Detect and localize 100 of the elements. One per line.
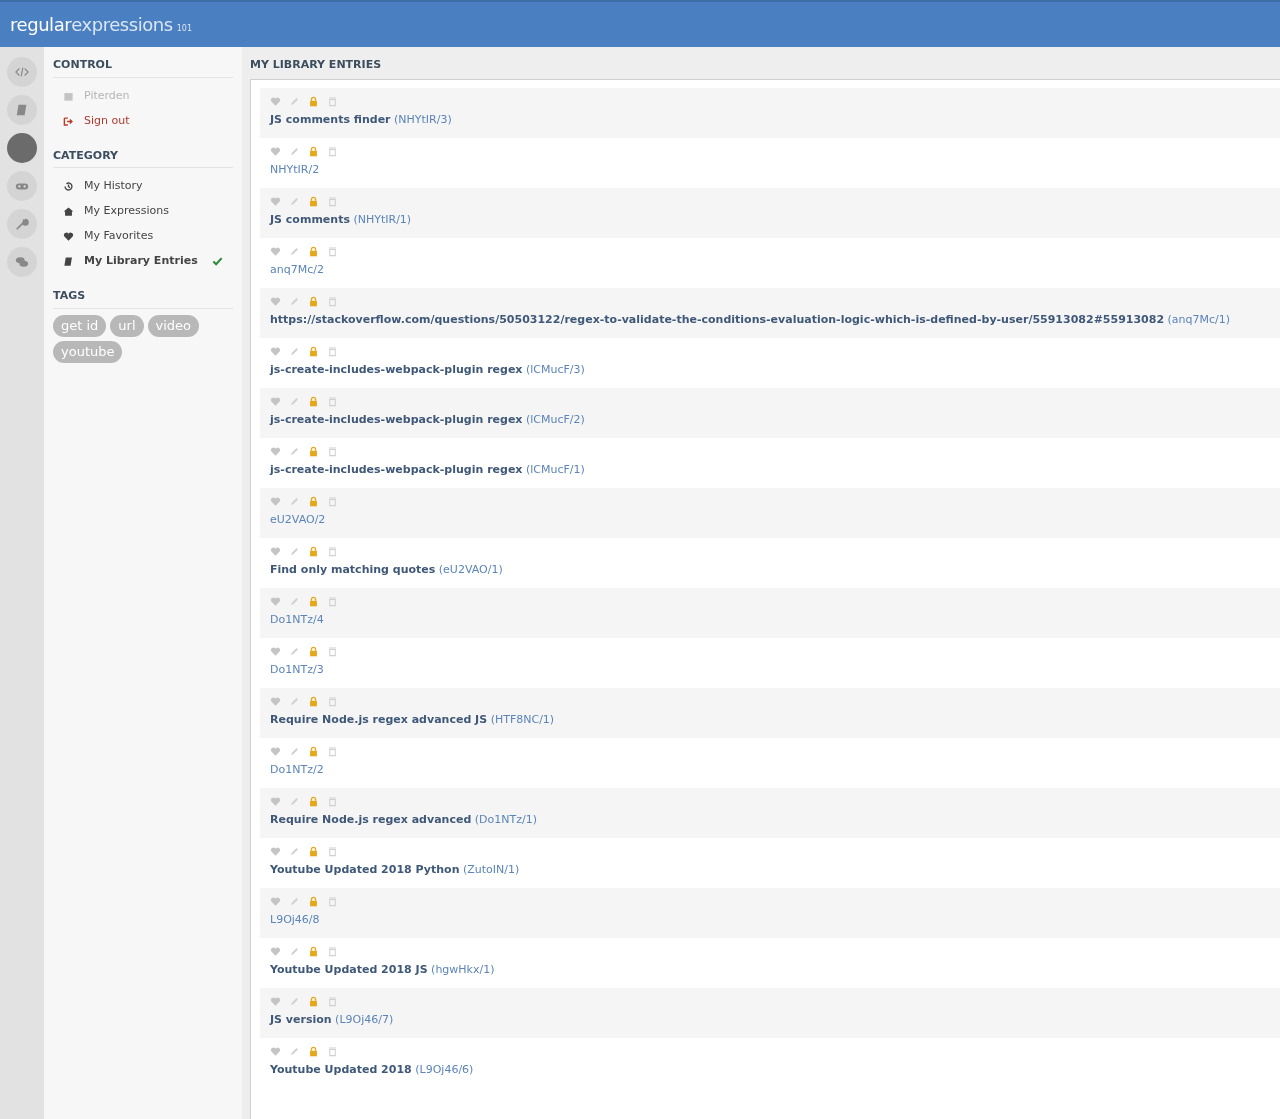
heart-icon[interactable]: [270, 195, 281, 207]
heart-icon[interactable]: [270, 395, 281, 407]
entry-link[interactable]: js-create-includes-webpack-plugin regex (lCMucF/3): [270, 362, 585, 379]
lock-icon[interactable]: [308, 995, 319, 1007]
entry-link[interactable]: Require Node.js regex advanced (Do1NTz/1): [270, 812, 537, 829]
entry-link[interactable]: Do1NTz/2: [270, 762, 324, 779]
entry-link[interactable]: Do1NTz/3: [270, 662, 324, 679]
lock-icon[interactable]: [308, 1045, 319, 1057]
trash-icon[interactable]: [327, 195, 338, 207]
entry-link[interactable]: NHYtIR/2: [270, 162, 320, 179]
trash-icon[interactable]: [327, 895, 338, 907]
lock-icon[interactable]: [308, 745, 319, 757]
pencil-icon[interactable]: [289, 845, 300, 857]
heart-icon[interactable]: [270, 745, 281, 757]
heart-icon[interactable]: [270, 1045, 281, 1057]
pencil-icon[interactable]: [289, 995, 300, 1007]
entry-link[interactable]: L9Oj46/8: [270, 912, 320, 929]
lock-icon[interactable]: [308, 345, 319, 357]
lock-icon[interactable]: [308, 195, 319, 207]
trash-icon[interactable]: [327, 995, 338, 1007]
entry-link[interactable]: Youtube Updated 2018 Python (ZutoIN/1): [270, 862, 520, 879]
heart-icon[interactable]: [270, 145, 281, 157]
trash-icon[interactable]: [327, 95, 338, 107]
trash-icon[interactable]: [327, 1045, 338, 1057]
entry-row[interactable]: js-create-includes-webpack-plugin regex (lCMucF/2): [260, 388, 1280, 438]
trash-icon[interactable]: [327, 845, 338, 857]
pencil-icon[interactable]: [289, 145, 300, 157]
trash-icon[interactable]: [327, 595, 338, 607]
entry-row[interactable]: eU2VAO/2: [260, 488, 1280, 538]
entry-link[interactable]: js-create-includes-webpack-plugin regex (lCMucF/2): [270, 412, 585, 429]
trash-icon[interactable]: [327, 695, 338, 707]
pencil-icon[interactable]: [289, 495, 300, 507]
entry-row[interactable]: JS comments (NHYtIR/1): [260, 188, 1280, 238]
trash-icon[interactable]: [327, 245, 338, 257]
lock-icon[interactable]: [308, 645, 319, 657]
heart-icon[interactable]: [270, 95, 281, 107]
lock-icon[interactable]: [308, 945, 319, 957]
heart-icon[interactable]: [270, 245, 281, 257]
trash-icon[interactable]: [327, 395, 338, 407]
pencil-icon[interactable]: [289, 445, 300, 457]
heart-icon[interactable]: [270, 645, 281, 657]
pencil-icon[interactable]: [289, 295, 300, 307]
category-item[interactable]: My Favorites: [53, 224, 233, 249]
heart-icon[interactable]: [270, 345, 281, 357]
pencil-icon[interactable]: [289, 695, 300, 707]
entry-row[interactable]: Do1NTz/4: [260, 588, 1280, 638]
entry-link[interactable]: eU2VAO/2: [270, 512, 326, 529]
category-item[interactable]: My History: [53, 174, 233, 199]
pencil-icon[interactable]: [289, 395, 300, 407]
logo[interactable]: regularexpressions 101: [10, 11, 192, 38]
heart-icon[interactable]: [270, 795, 281, 807]
pencil-icon[interactable]: [289, 645, 300, 657]
heart-icon[interactable]: [270, 895, 281, 907]
entry-link[interactable]: js-create-includes-webpack-plugin regex (lCMucF/1): [270, 462, 585, 479]
code-icon[interactable]: [7, 57, 37, 87]
trash-icon[interactable]: [327, 295, 338, 307]
entry-link[interactable]: Find only matching quotes (eU2VAO/1): [270, 562, 503, 579]
heart-icon[interactable]: [270, 845, 281, 857]
pencil-icon[interactable]: [289, 345, 300, 357]
trash-icon[interactable]: [327, 945, 338, 957]
entry-row[interactable]: Require Node.js regex advanced JS (HTF8NC/1): [260, 688, 1280, 738]
avatar[interactable]: [7, 133, 37, 163]
category-item[interactable]: My Library Entries: [53, 249, 233, 274]
lock-icon[interactable]: [308, 495, 319, 507]
heart-icon[interactable]: [270, 695, 281, 707]
heart-icon[interactable]: [270, 445, 281, 457]
pencil-icon[interactable]: [289, 595, 300, 607]
trash-icon[interactable]: [327, 345, 338, 357]
trash-icon[interactable]: [327, 745, 338, 757]
lock-icon[interactable]: [308, 295, 319, 307]
gamepad-icon[interactable]: [7, 171, 37, 201]
trash-icon[interactable]: [327, 445, 338, 457]
trash-icon[interactable]: [327, 545, 338, 557]
entry-link[interactable]: anq7Mc/2: [270, 262, 324, 279]
lock-icon[interactable]: [308, 395, 319, 407]
pencil-icon[interactable]: [289, 745, 300, 757]
pencil-icon[interactable]: [289, 945, 300, 957]
entry-link[interactable]: Youtube Updated 2018 JS (hgwHkx/1): [270, 962, 495, 979]
lock-icon[interactable]: [308, 445, 319, 457]
lock-icon[interactable]: [308, 845, 319, 857]
heart-icon[interactable]: [270, 495, 281, 507]
entry-row[interactable]: JS version (L9Oj46/7): [260, 988, 1280, 1038]
pencil-icon[interactable]: [289, 795, 300, 807]
menu-item[interactable]: Sign out: [53, 108, 233, 134]
heart-icon[interactable]: [270, 945, 281, 957]
trash-icon[interactable]: [327, 795, 338, 807]
lock-icon[interactable]: [308, 95, 319, 107]
entry-link[interactable]: https://stackoverflow.com/questions/50503122/regex-to-validate-the-conditions-evaluation-logic-which-is-defined-by-user/55913082#55913082 (anq7Mc/1): [270, 312, 1231, 329]
pencil-icon[interactable]: [289, 1045, 300, 1057]
heart-icon[interactable]: [270, 595, 281, 607]
book-icon[interactable]: [7, 95, 37, 125]
entry-row[interactable]: https://stackoverflow.com/questions/50503122/regex-to-validate-the-conditions-evaluation-logic-which-is-defined-by-user/55913082#55913082 (anq7Mc/1): [260, 288, 1280, 338]
lock-icon[interactable]: [308, 695, 319, 707]
trash-icon[interactable]: [327, 645, 338, 657]
lock-icon[interactable]: [308, 595, 319, 607]
entry-link[interactable]: Youtube Updated 2018 (L9Oj46/6): [270, 1062, 474, 1079]
pencil-icon[interactable]: [289, 545, 300, 557]
entry-link[interactable]: JS comments finder (NHYtIR/3): [270, 112, 452, 129]
heart-icon[interactable]: [270, 295, 281, 307]
trash-icon[interactable]: [327, 145, 338, 157]
